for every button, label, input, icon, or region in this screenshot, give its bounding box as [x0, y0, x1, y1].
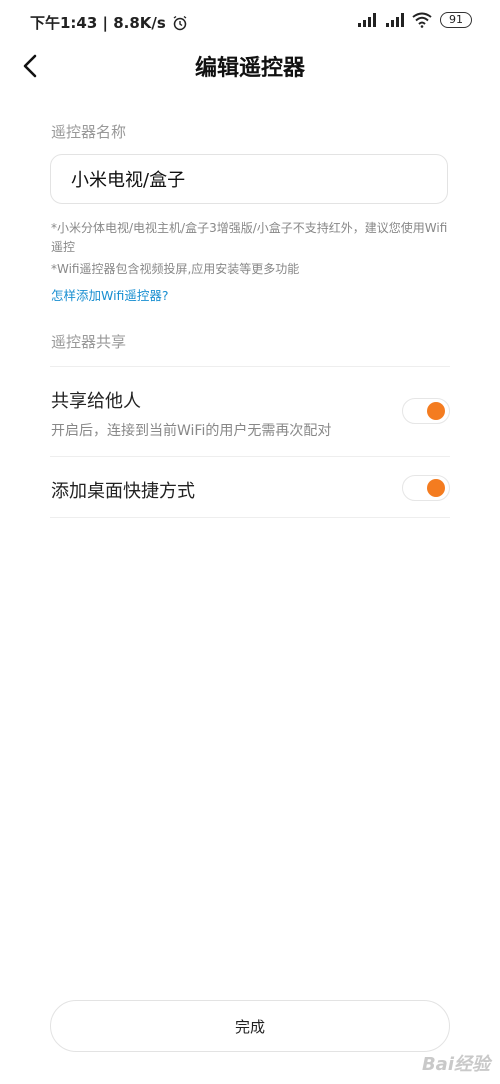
- signal-hd-icon: [358, 13, 376, 27]
- watermark-logo: Bai经验: [421, 1054, 490, 1075]
- divider: [50, 517, 450, 518]
- signal-icon: [386, 13, 404, 27]
- toggle-knob: [427, 479, 445, 497]
- share-toggle[interactable]: [402, 398, 450, 424]
- shortcut-title: 添加桌面快捷方式: [51, 481, 195, 502]
- toggle-knob: [427, 402, 445, 420]
- done-button[interactable]: 完成: [50, 1000, 450, 1052]
- remote-name-label: 遥控器名称: [51, 123, 127, 141]
- alarm-icon: [173, 15, 187, 30]
- divider: [50, 366, 450, 367]
- share-subtitle: 开启后，连接到当前WiFi的用户无需再次配对: [51, 423, 332, 439]
- hint-infrared: *小米分体电视/电视主机/盒子3增强版/小盒子不支持红外，建议您使用Wifi遥控: [51, 221, 448, 254]
- share-title: 共享给他人: [51, 391, 141, 412]
- remote-name-field[interactable]: [50, 154, 448, 204]
- remote-name-input[interactable]: [71, 155, 431, 203]
- shortcut-toggle[interactable]: [402, 475, 450, 501]
- divider: [50, 456, 450, 457]
- add-wifi-remote-link[interactable]: 怎样添加Wifi遥控器?: [51, 285, 169, 304]
- page-title: 编辑遥控器: [194, 56, 305, 81]
- hint-wifi: *Wifi遥控器包含视频投屏,应用安装等更多功能: [51, 262, 300, 276]
- status-bar: 下午1:43 | 8.8K/s 91: [0, 0, 500, 44]
- header: 编辑遥控器: [0, 44, 500, 88]
- share-section-label: 遥控器共享: [51, 333, 127, 351]
- wifi-icon: [412, 12, 432, 28]
- battery-icon: 91: [440, 12, 472, 28]
- status-time-speed: 下午1:43 | 8.8K/s: [30, 14, 166, 32]
